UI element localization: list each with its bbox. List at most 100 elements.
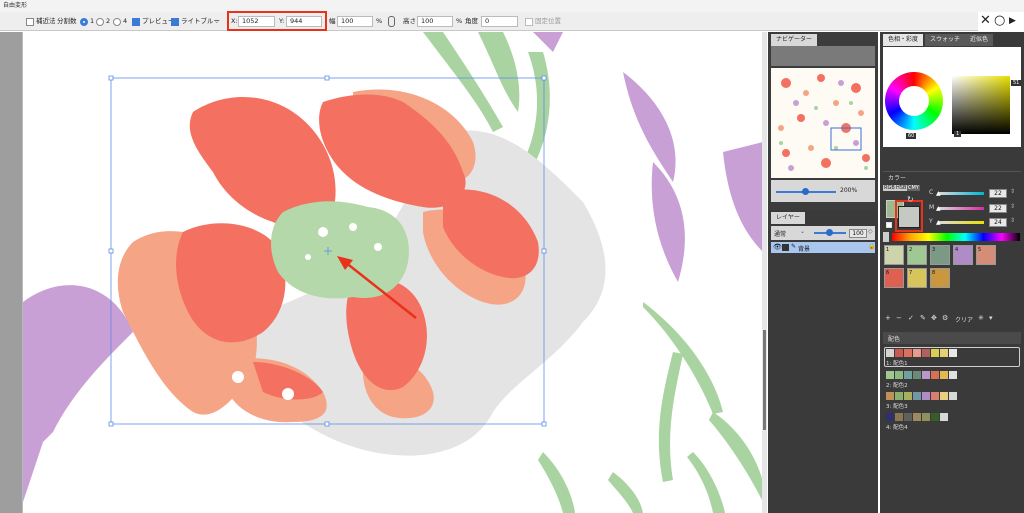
sparkle-icon[interactable]: ✳ xyxy=(978,314,984,322)
colorset-chip[interactable] xyxy=(895,349,903,357)
opacity-stepper-icon[interactable]: ◇ xyxy=(868,228,873,235)
colorset-chip[interactable] xyxy=(949,371,957,379)
colorset-chip[interactable] xyxy=(913,371,921,379)
angle-field[interactable]: 0 xyxy=(481,16,518,27)
move-swatch-icon[interactable]: ✥ xyxy=(931,314,937,322)
interpolation-checkbox[interactable] xyxy=(26,18,34,26)
more-arrow-icon[interactable]: ▶ xyxy=(1009,15,1016,27)
navigator-preview[interactable] xyxy=(771,68,875,178)
colorset-chip[interactable] xyxy=(895,392,903,400)
opacity-value[interactable]: 100 xyxy=(849,229,867,238)
colorset-4-colors[interactable] xyxy=(886,413,948,422)
height-field[interactable]: 100 xyxy=(417,16,453,27)
colorset-chip[interactable] xyxy=(922,392,930,400)
colorset-chip[interactable] xyxy=(940,371,948,379)
mode-tab-cmy[interactable]: CMY xyxy=(907,185,920,191)
cancel-icon[interactable]: ✕ xyxy=(980,13,991,29)
remove-swatch-icon[interactable]: − xyxy=(896,314,902,322)
lock-icon[interactable]: 🔒 xyxy=(868,243,875,250)
check-swatch-icon[interactable]: ✓ xyxy=(908,314,914,322)
scrollbar-thumb[interactable] xyxy=(763,330,766,430)
divisions-radio-2[interactable] xyxy=(96,18,104,26)
settings-swatch-icon[interactable]: ⚙ xyxy=(942,314,948,322)
width-field[interactable]: 100 xyxy=(337,16,373,27)
color-swatch[interactable]: 8 xyxy=(930,268,950,288)
add-swatch-icon[interactable]: + xyxy=(885,314,891,322)
mode-tab-rgb[interactable]: RGB xyxy=(883,185,896,191)
dropdown-icon[interactable]: ▾ xyxy=(989,314,993,322)
tab-similar-colors[interactable]: 近似色 xyxy=(965,34,994,46)
color-swatch[interactable]: 4 xyxy=(953,245,973,265)
layer-tab[interactable]: レイヤー xyxy=(771,212,805,224)
preview-checkbox[interactable] xyxy=(132,18,140,26)
colorset-chip[interactable] xyxy=(913,413,921,421)
link-aspect-icon[interactable] xyxy=(388,16,395,27)
spectrum-toggle-icon[interactable] xyxy=(883,232,889,242)
channel-m-handle[interactable]: ▲ xyxy=(936,205,941,212)
channel-c-handle[interactable]: ▲ xyxy=(936,190,941,197)
colorset-chip[interactable] xyxy=(904,371,912,379)
colorset-chip[interactable] xyxy=(895,371,903,379)
colorset-chip[interactable] xyxy=(904,349,912,357)
colorset-chip[interactable] xyxy=(940,349,948,357)
visibility-eye-icon[interactable]: 👁 xyxy=(773,243,782,251)
colorset-chip[interactable] xyxy=(931,349,939,357)
blend-mode-select[interactable]: 通常 xyxy=(774,229,786,238)
colorset-chip[interactable] xyxy=(913,392,921,400)
transparent-color-icon[interactable] xyxy=(886,222,892,228)
colorset-chip[interactable] xyxy=(931,413,939,421)
canvas-vertical-scrollbar[interactable] xyxy=(762,32,767,513)
colorset-chip[interactable] xyxy=(940,392,948,400)
color-swatch[interactable]: 7 xyxy=(907,268,927,288)
fixed-position-checkbox[interactable] xyxy=(525,18,533,26)
colorset-chip[interactable] xyxy=(922,371,930,379)
colorset-chip[interactable] xyxy=(922,349,930,357)
y-position-field[interactable]: 944 xyxy=(286,16,322,27)
navigator-tab[interactable]: ナビゲーター xyxy=(771,34,818,46)
channel-m-value[interactable]: 22 xyxy=(989,204,1007,213)
saturation-square[interactable] xyxy=(952,76,1010,134)
colorset-chip[interactable] xyxy=(949,349,957,357)
edit-swatch-icon[interactable]: ✎ xyxy=(920,314,926,322)
canvas[interactable] xyxy=(22,32,762,513)
colorset-chip[interactable] xyxy=(886,371,894,379)
colorset-chip[interactable] xyxy=(886,349,894,357)
color-swatch[interactable]: 2 xyxy=(907,245,927,265)
channel-c-value[interactable]: 22 xyxy=(989,189,1007,198)
colorset-chip[interactable] xyxy=(931,371,939,379)
clear-swatch-button[interactable]: クリア xyxy=(955,315,973,324)
colorset-chip[interactable] xyxy=(886,413,894,421)
colorset-2-colors[interactable] xyxy=(886,371,957,380)
colorset-chip[interactable] xyxy=(895,413,903,421)
channel-y-value[interactable]: 24 xyxy=(989,218,1007,227)
divisions-radio-1[interactable] xyxy=(80,18,88,26)
chevron-down-icon[interactable]: ⌄ xyxy=(214,16,219,26)
ok-icon[interactable]: ○ xyxy=(994,13,1005,29)
blend-chevron-icon[interactable]: ⌄ xyxy=(800,228,805,235)
x-position-field[interactable]: 1052 xyxy=(238,16,275,27)
colorset-3-colors[interactable] xyxy=(886,392,957,401)
channel-m-slider[interactable] xyxy=(938,207,984,210)
color-swatch[interactable]: 3 xyxy=(930,245,950,265)
zoom-slider-handle[interactable] xyxy=(802,188,809,195)
colorset-chip[interactable] xyxy=(913,349,921,357)
mode-tab-hsb[interactable]: HSB xyxy=(895,185,908,191)
color-swatch[interactable]: 1 xyxy=(884,245,904,265)
channel-y-stepper-icon[interactable]: ⇕ xyxy=(1010,217,1015,224)
color-spectrum-bar[interactable] xyxy=(892,233,1020,241)
colorset-chip[interactable] xyxy=(922,413,930,421)
tab-swatch[interactable]: スウォッチ xyxy=(925,34,966,46)
channel-y-slider[interactable] xyxy=(938,221,984,224)
colorset-chip[interactable] xyxy=(904,413,912,421)
opacity-slider-handle[interactable] xyxy=(826,229,833,236)
colorset-chip[interactable] xyxy=(949,392,957,400)
color-swatch[interactable]: 5 xyxy=(976,245,996,265)
colorset-chip[interactable] xyxy=(904,392,912,400)
swap-colors-icon[interactable]: ↻ xyxy=(907,195,914,204)
colorset-chip[interactable] xyxy=(940,413,948,421)
tab-hue-saturation[interactable]: 色相・彩度 xyxy=(883,34,924,46)
channel-m-stepper-icon[interactable]: ⇕ xyxy=(1010,203,1015,210)
colorset-chip[interactable] xyxy=(886,392,894,400)
colorset-chip[interactable] xyxy=(931,392,939,400)
divisions-radio-4[interactable] xyxy=(113,18,121,26)
